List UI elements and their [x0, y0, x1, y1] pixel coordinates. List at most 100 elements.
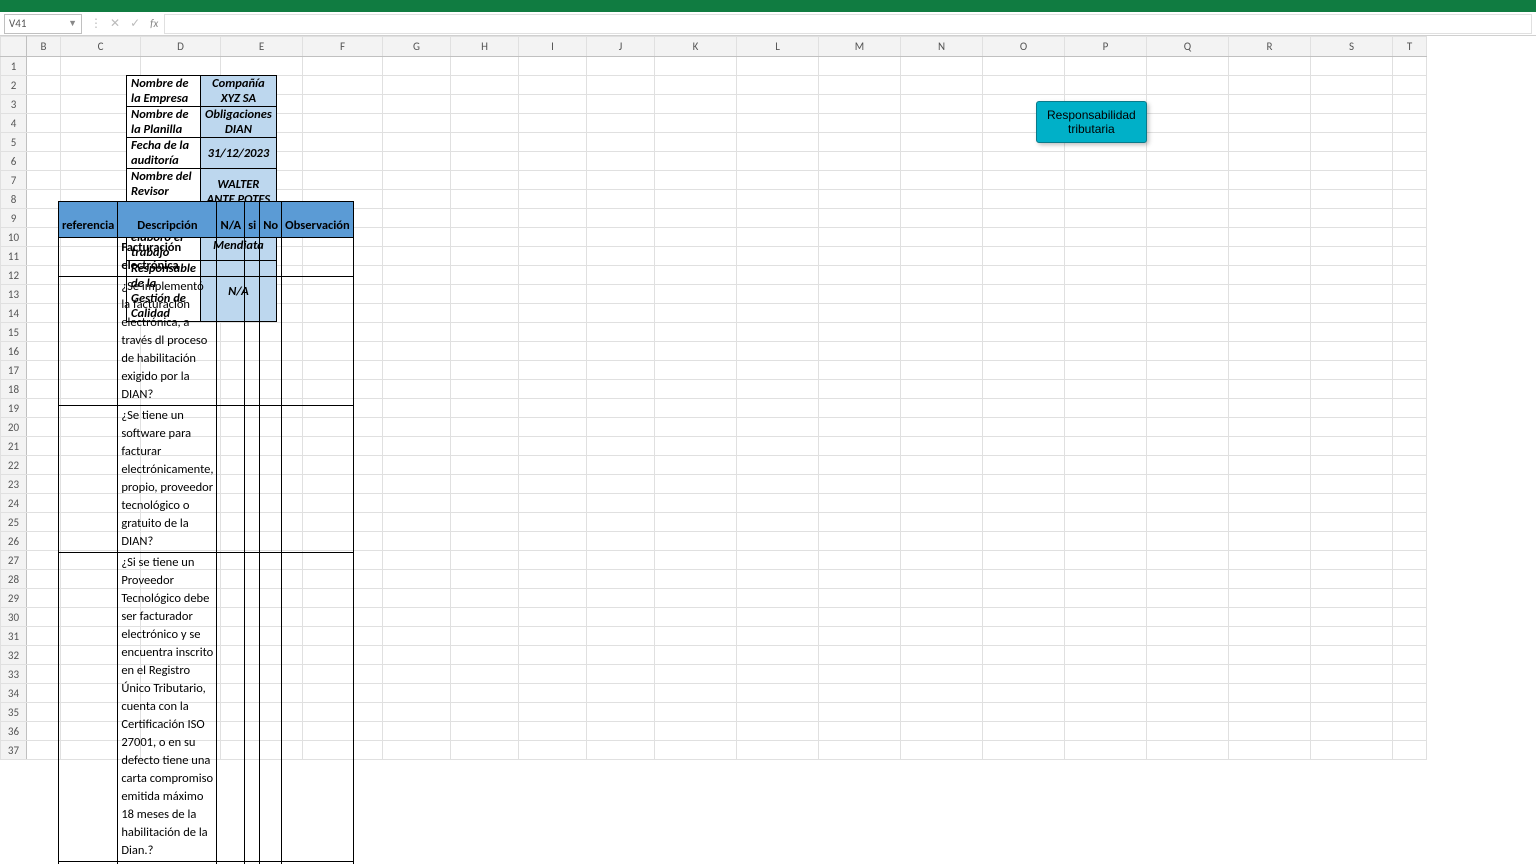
cell[interactable]	[655, 722, 737, 741]
cell[interactable]	[27, 703, 61, 722]
row-header[interactable]: 23	[1, 475, 27, 494]
cell[interactable]	[1393, 589, 1427, 608]
row-header[interactable]: 26	[1, 532, 27, 551]
cell[interactable]	[737, 741, 819, 760]
cell[interactable]	[519, 209, 587, 228]
cell[interactable]	[737, 95, 819, 114]
row-header[interactable]: 6	[1, 152, 27, 171]
cell[interactable]	[819, 342, 901, 361]
cell[interactable]	[1311, 703, 1393, 722]
cell[interactable]	[519, 589, 587, 608]
cell[interactable]	[901, 608, 983, 627]
cell[interactable]	[1229, 76, 1311, 95]
cell[interactable]	[737, 76, 819, 95]
cell[interactable]	[383, 228, 451, 247]
cell[interactable]	[819, 646, 901, 665]
column-header[interactable]: L	[737, 37, 819, 57]
cell[interactable]	[901, 570, 983, 589]
cell[interactable]	[819, 152, 901, 171]
cell[interactable]	[655, 646, 737, 665]
cell[interactable]	[27, 475, 61, 494]
cell[interactable]	[1065, 57, 1147, 76]
cell[interactable]	[1393, 570, 1427, 589]
cell[interactable]	[1229, 627, 1311, 646]
cell[interactable]	[1393, 247, 1427, 266]
cell[interactable]	[587, 437, 655, 456]
cell[interactable]	[1229, 418, 1311, 437]
cell[interactable]	[1311, 228, 1393, 247]
cell[interactable]	[1065, 741, 1147, 760]
cell[interactable]	[901, 114, 983, 133]
cell[interactable]	[27, 665, 61, 684]
cell[interactable]	[655, 266, 737, 285]
cell[interactable]	[901, 551, 983, 570]
column-header[interactable]: M	[819, 37, 901, 57]
cell[interactable]	[1229, 741, 1311, 760]
cell[interactable]	[27, 342, 61, 361]
cell[interactable]	[1147, 513, 1229, 532]
cell[interactable]	[1393, 608, 1427, 627]
cell[interactable]	[1065, 589, 1147, 608]
audit-no-cell[interactable]	[260, 406, 282, 553]
cell[interactable]	[1311, 209, 1393, 228]
cell[interactable]	[587, 703, 655, 722]
cell[interactable]	[737, 722, 819, 741]
row-header[interactable]: 31	[1, 627, 27, 646]
cell[interactable]	[1229, 361, 1311, 380]
cell[interactable]	[819, 57, 901, 76]
cell[interactable]	[737, 152, 819, 171]
cell[interactable]	[901, 722, 983, 741]
row-header[interactable]: 9	[1, 209, 27, 228]
cell[interactable]	[1229, 513, 1311, 532]
column-header[interactable]: J	[587, 37, 655, 57]
accept-icon[interactable]: ✓	[130, 16, 140, 31]
cell[interactable]	[451, 665, 519, 684]
cell[interactable]	[383, 532, 451, 551]
cell[interactable]	[451, 380, 519, 399]
cell[interactable]	[655, 380, 737, 399]
cell[interactable]	[1311, 665, 1393, 684]
cell[interactable]	[1065, 418, 1147, 437]
cell[interactable]	[983, 475, 1065, 494]
cell[interactable]	[1065, 171, 1147, 190]
cell[interactable]	[587, 513, 655, 532]
cell[interactable]	[983, 627, 1065, 646]
cell[interactable]	[1147, 133, 1229, 152]
cell[interactable]	[737, 475, 819, 494]
cell[interactable]	[1065, 342, 1147, 361]
cell[interactable]	[901, 361, 983, 380]
cell[interactable]	[1229, 266, 1311, 285]
row-header[interactable]: 16	[1, 342, 27, 361]
cell[interactable]	[1229, 399, 1311, 418]
cell[interactable]	[983, 589, 1065, 608]
cell[interactable]	[901, 437, 983, 456]
cell[interactable]	[1065, 152, 1147, 171]
cell[interactable]	[451, 171, 519, 190]
cell[interactable]	[587, 589, 655, 608]
fx-icon[interactable]: fx	[150, 17, 158, 30]
cell[interactable]	[27, 57, 61, 76]
cell[interactable]	[587, 133, 655, 152]
cell[interactable]	[655, 570, 737, 589]
cell[interactable]	[1311, 247, 1393, 266]
cell[interactable]	[1311, 684, 1393, 703]
cell[interactable]	[1065, 703, 1147, 722]
cell[interactable]	[1147, 703, 1229, 722]
cell[interactable]	[737, 646, 819, 665]
cell[interactable]	[901, 152, 983, 171]
cell[interactable]	[451, 608, 519, 627]
cell[interactable]	[383, 361, 451, 380]
cell[interactable]	[983, 399, 1065, 418]
cell[interactable]	[383, 741, 451, 760]
column-header[interactable]: C	[61, 37, 141, 57]
cell[interactable]	[983, 380, 1065, 399]
cell[interactable]	[1065, 228, 1147, 247]
cell[interactable]	[1311, 285, 1393, 304]
cell[interactable]	[1311, 266, 1393, 285]
cell[interactable]	[1065, 608, 1147, 627]
cell[interactable]	[27, 684, 61, 703]
cell[interactable]	[587, 266, 655, 285]
cell[interactable]	[1311, 551, 1393, 570]
cell[interactable]	[901, 589, 983, 608]
cell[interactable]	[1229, 380, 1311, 399]
